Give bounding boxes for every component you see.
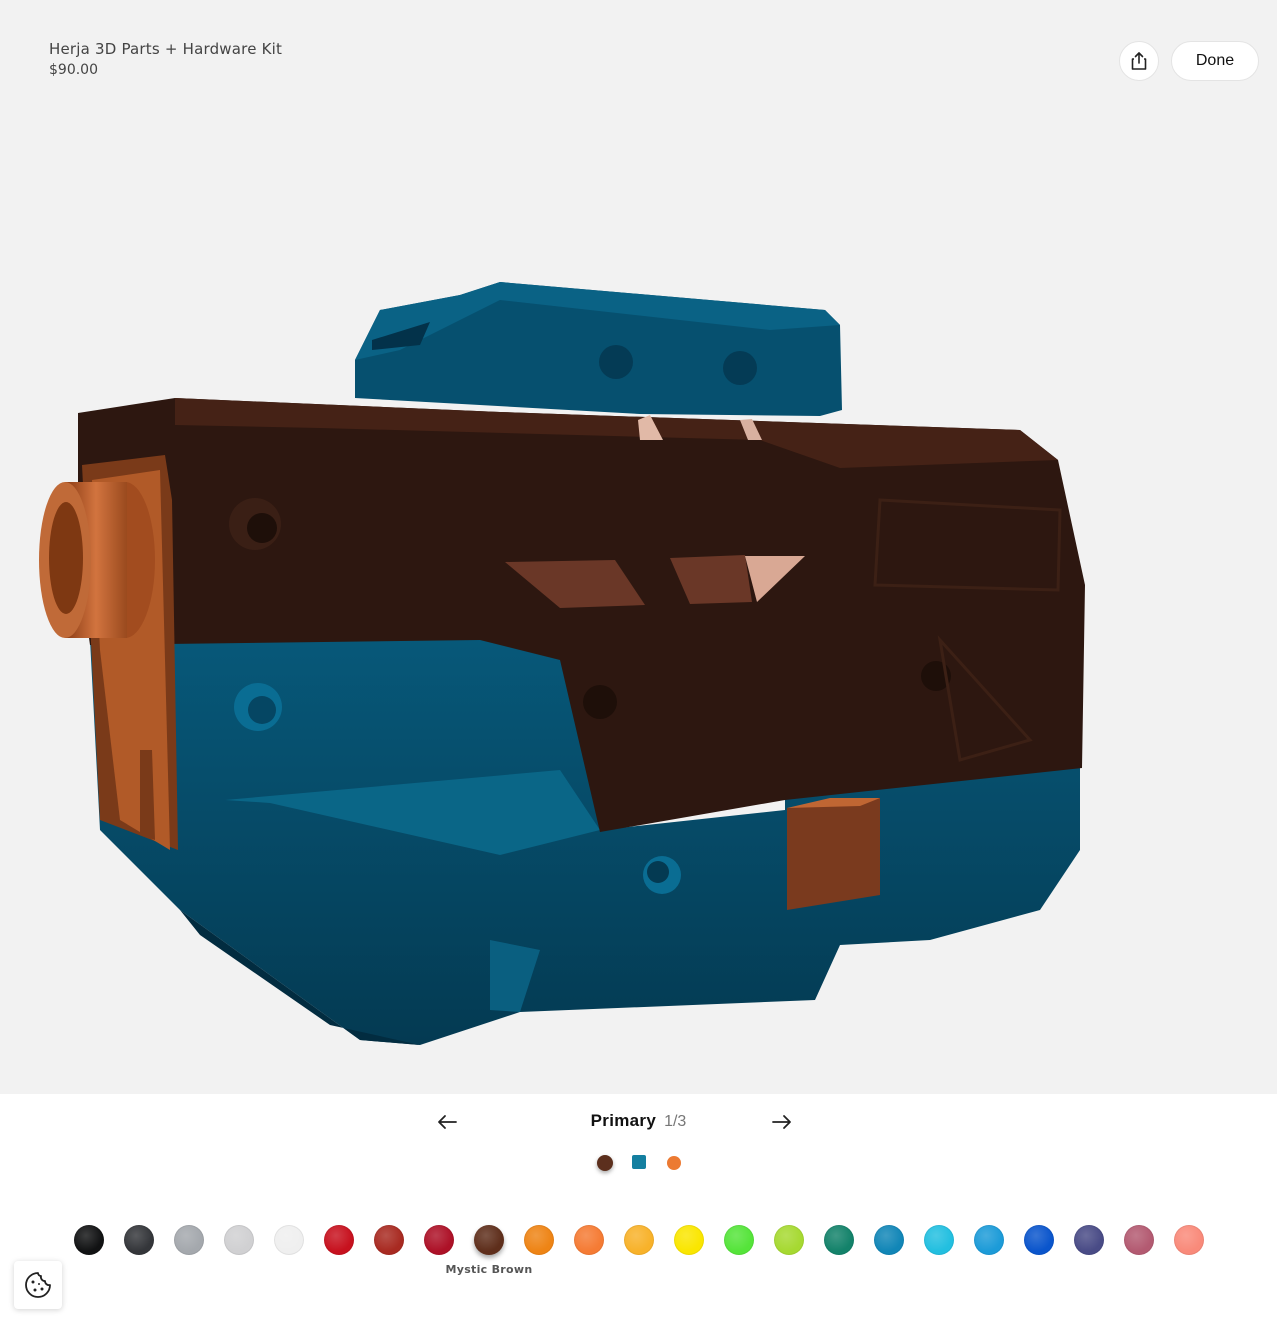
color-swatch[interactable] bbox=[1024, 1225, 1054, 1255]
color-swatch[interactable] bbox=[674, 1225, 704, 1255]
color-swatch[interactable] bbox=[274, 1225, 304, 1255]
done-button[interactable]: Done bbox=[1171, 41, 1259, 81]
part-indicators bbox=[0, 1154, 1277, 1172]
color-swatch[interactable] bbox=[424, 1225, 454, 1255]
color-swatch[interactable] bbox=[1074, 1225, 1104, 1255]
color-swatch[interactable] bbox=[74, 1225, 104, 1255]
part-name: Primary bbox=[590, 1111, 657, 1130]
model-viewer[interactable]: Herja 3D Parts + Hardware Kit $90.00 Don… bbox=[0, 0, 1277, 1094]
color-swatch[interactable] bbox=[1174, 1225, 1204, 1255]
arrow-right-icon bbox=[772, 1115, 791, 1129]
color-swatch[interactable] bbox=[574, 1225, 604, 1255]
part-indicator-secondary[interactable] bbox=[632, 1155, 646, 1169]
color-swatch[interactable] bbox=[324, 1225, 354, 1255]
color-swatch[interactable] bbox=[124, 1225, 154, 1255]
model-3d-render[interactable] bbox=[0, 0, 1277, 1094]
part-indicator-primary[interactable] bbox=[597, 1155, 613, 1171]
color-swatch[interactable] bbox=[474, 1225, 504, 1255]
share-icon bbox=[1131, 52, 1147, 70]
color-swatch[interactable] bbox=[974, 1225, 1004, 1255]
color-palette bbox=[0, 1224, 1277, 1258]
part-title: Primary 1/3 bbox=[0, 1111, 1277, 1131]
share-button[interactable] bbox=[1119, 41, 1159, 81]
color-swatch[interactable] bbox=[624, 1225, 654, 1255]
color-swatch[interactable] bbox=[174, 1225, 204, 1255]
color-swatch[interactable] bbox=[1124, 1225, 1154, 1255]
color-swatch[interactable] bbox=[224, 1225, 254, 1255]
color-swatch[interactable] bbox=[774, 1225, 804, 1255]
product-name: Herja 3D Parts + Hardware Kit bbox=[49, 40, 283, 58]
color-swatch[interactable] bbox=[724, 1225, 754, 1255]
product-price: $90.00 bbox=[49, 62, 98, 78]
part-indicator-tertiary[interactable] bbox=[667, 1156, 681, 1170]
cookie-settings-button[interactable] bbox=[14, 1261, 62, 1309]
color-swatch[interactable] bbox=[374, 1225, 404, 1255]
cookie-icon bbox=[25, 1272, 51, 1298]
product-info: Herja 3D Parts + Hardware Kit $90.00 bbox=[49, 40, 282, 78]
selected-color-label: Mystic Brown bbox=[445, 1263, 533, 1276]
color-swatch[interactable] bbox=[924, 1225, 954, 1255]
next-part-button[interactable] bbox=[768, 1111, 796, 1133]
part-count: 1/3 bbox=[664, 1113, 687, 1130]
color-swatch[interactable] bbox=[874, 1225, 904, 1255]
color-swatch[interactable] bbox=[524, 1225, 554, 1255]
color-controls: Primary 1/3 Mystic Brown bbox=[0, 1094, 1277, 1319]
color-swatch[interactable] bbox=[824, 1225, 854, 1255]
